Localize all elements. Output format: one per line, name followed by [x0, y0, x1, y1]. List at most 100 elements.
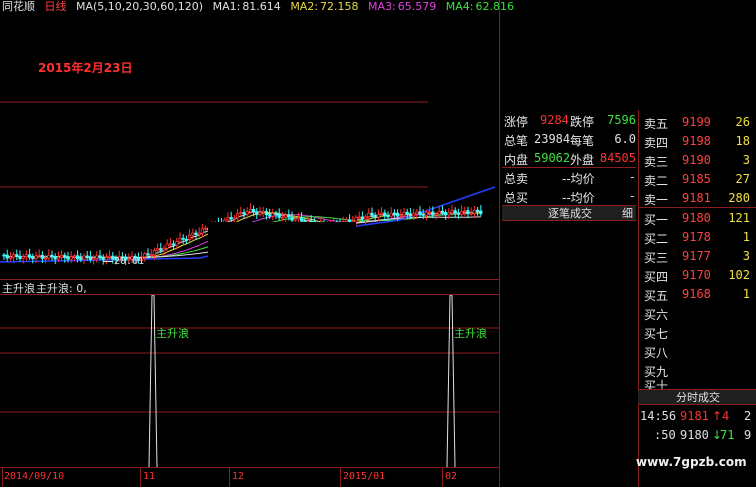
candle-body: [155, 248, 160, 251]
candle-body: [162, 247, 166, 251]
candle-body: [370, 212, 374, 216]
candle-body: [424, 211, 429, 216]
candle-body: [76, 255, 80, 260]
candle-body: [85, 255, 89, 258]
stats-row-total-buy: 总买 --均价 -: [502, 186, 636, 205]
total-sell-dash: -: [628, 170, 636, 184]
candle-body: [437, 210, 441, 215]
bid-row-2[interactable]: 买二 9178 1: [638, 227, 756, 246]
candle-body: [245, 211, 249, 215]
candle-body: [203, 227, 208, 230]
candle-body: [293, 218, 297, 221]
occlusion-block: [208, 222, 356, 279]
bid-row-8[interactable]: 买八: [638, 341, 756, 360]
candle-body: [232, 217, 236, 220]
candle-body: [344, 219, 349, 223]
candle-body: [347, 219, 352, 223]
candle-body: [418, 211, 422, 215]
ask-row-5[interactable]: 卖五 9199 26: [638, 112, 756, 131]
candle-body: [479, 210, 483, 215]
indicator-title: 主升浪: [2, 282, 35, 295]
candle-body: [386, 215, 390, 218]
signal-label-2: 主升浪: [454, 327, 487, 340]
candle-body: [200, 228, 204, 234]
x-label-3: 2015/01: [343, 471, 386, 482]
x-label-2: 12: [232, 471, 245, 482]
candle-body: [53, 256, 57, 260]
candle-body: [408, 213, 413, 217]
bid-label: 买六: [644, 308, 669, 322]
bid-row-7[interactable]: 买七: [638, 322, 756, 341]
time-trades-tab[interactable]: 分时成交: [676, 392, 720, 404]
ask-row-3[interactable]: 卖三 9190 3: [638, 150, 756, 169]
candle-body: [453, 210, 457, 214]
candle-body: [146, 253, 150, 256]
x-tick-2: [229, 468, 230, 487]
stats-row-total-sell: 总卖 --均价 -: [502, 167, 636, 186]
ask-volume: 18: [735, 134, 750, 148]
total-trades-label: 总笔: [504, 134, 529, 148]
candle-body: [296, 217, 301, 220]
ask-volume: 26: [735, 115, 750, 129]
candle-body: [15, 254, 19, 257]
candle-body: [18, 255, 22, 260]
total-sell-avg: --均价: [562, 172, 595, 186]
ask-price: 9190: [682, 153, 711, 167]
tick-price: 9180: [680, 428, 709, 442]
time-trades-tab-bar: 分时成交: [638, 389, 756, 405]
candle-body: [469, 212, 473, 215]
bid-price: 9168: [682, 287, 711, 301]
x-label-0: 2014/09/10: [4, 471, 65, 482]
total-buy-dash: -: [628, 189, 636, 203]
indicator-readout: 主升浪: 0,: [36, 282, 87, 295]
candle-body: [443, 211, 448, 216]
tick-time: :50: [654, 428, 676, 442]
candle-body: [271, 213, 275, 217]
bid-row-6[interactable]: 买六: [638, 303, 756, 322]
candle-body: [152, 249, 156, 256]
bid-row-5[interactable]: 买五 9168 1: [638, 284, 756, 303]
candle-body: [47, 254, 51, 259]
candle-body: [175, 241, 179, 246]
date-annotation: 2015年2月23日: [38, 61, 133, 75]
bid-row-4[interactable]: 买四 9170 102: [638, 265, 756, 284]
bid-label: 买三: [644, 251, 669, 265]
candle-body: [248, 209, 252, 212]
bid-price: 9170: [682, 268, 711, 282]
x-label-4: 02: [445, 471, 458, 482]
outer-label: 外盘: [570, 153, 595, 167]
candle-body: [309, 220, 313, 223]
ask-row-4[interactable]: 卖四 9198 18: [638, 131, 756, 150]
bid-price: 9177: [682, 249, 711, 263]
ask-row-2[interactable]: 卖二 9185 27: [638, 169, 756, 188]
bid-label: 买八: [644, 346, 669, 360]
indicator-chart[interactable]: [0, 295, 500, 467]
x-tick-3: [340, 468, 341, 487]
signal-spikes: [148, 295, 456, 467]
signal-spike: [148, 295, 158, 467]
tick-trades-tab[interactable]: 逐笔成交: [548, 208, 592, 220]
bid-row-1[interactable]: 买一 9180 121: [638, 208, 756, 227]
candle-body: [415, 211, 419, 215]
ask-price: 9185: [682, 172, 711, 186]
bid-volume: 1: [742, 230, 750, 244]
main-pane-bottom-border: [0, 279, 500, 280]
candle-body: [459, 211, 464, 215]
candle-body: [450, 210, 454, 214]
candle-body: [376, 214, 381, 218]
ask-row-1[interactable]: 卖一 9181 280: [638, 188, 756, 207]
bid-row-3[interactable]: 买三 9177 3: [638, 246, 756, 265]
price-chart[interactable]: [0, 12, 500, 279]
candle-body: [88, 256, 92, 260]
tick-row-2: :50 9180 ↓ 71 9: [638, 426, 756, 444]
signal-label-1: 主升浪: [156, 327, 189, 340]
candle-body: [149, 254, 153, 257]
bid-label: 买一: [644, 213, 669, 227]
tick-trades-tab-detail[interactable]: 细: [622, 208, 633, 220]
candle-body: [402, 211, 406, 216]
bid-volume: 121: [728, 211, 750, 225]
candle-body: [235, 213, 240, 219]
candle-body: [427, 211, 432, 214]
candle-body: [280, 216, 285, 219]
candle-body: [264, 211, 269, 216]
